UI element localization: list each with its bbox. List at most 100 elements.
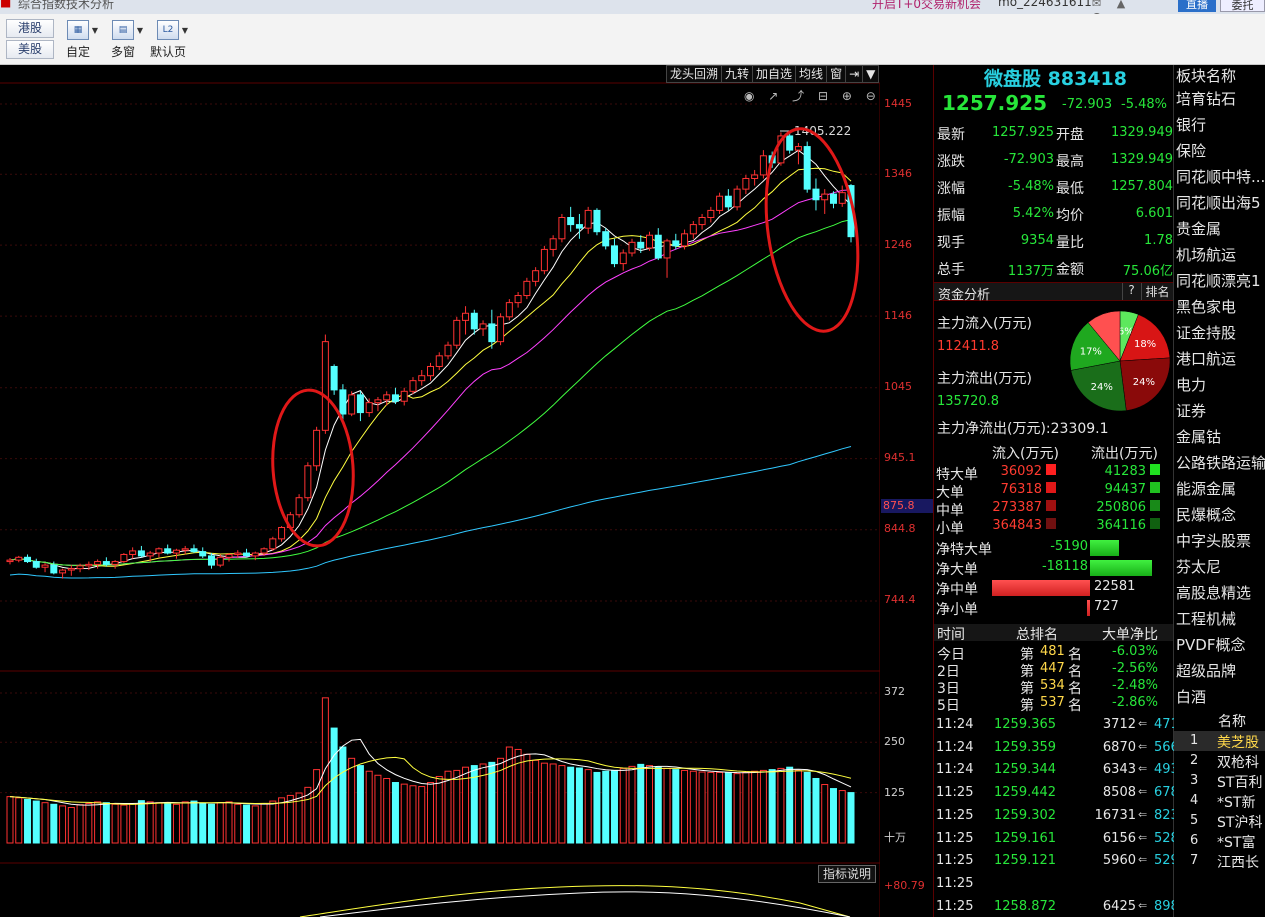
ranked-stock-row[interactable]: 1 美芝股	[1174, 731, 1265, 751]
pin-icon[interactable]: ⇥	[845, 65, 864, 83]
sector-item[interactable]: 白酒	[1176, 686, 1206, 707]
custom-button[interactable]: ▦ ▼ 自定	[58, 18, 98, 64]
tick-volume: 6343	[1102, 762, 1136, 778]
quote-field-label: 涨跌	[937, 154, 965, 170]
price-tick: 1146	[884, 309, 912, 322]
volume-bar	[111, 803, 119, 844]
sector-item[interactable]: 同花顺出海5	[1176, 192, 1261, 213]
ranked-stock-row[interactable]: 4 *ST新	[1174, 791, 1265, 811]
ranked-stock-row[interactable]: 3 ST百利	[1174, 771, 1265, 791]
volume-tick: 372	[884, 685, 905, 698]
us-stock-button[interactable]: 美股	[6, 40, 54, 59]
rank-row: 5日 第 537 名 -2.86%	[934, 695, 1173, 714]
sector-item[interactable]: 民爆概念	[1176, 504, 1236, 525]
rank-number: 481	[1040, 644, 1065, 659]
ranked-stock-row[interactable]: 2 双枪科	[1174, 751, 1265, 771]
kline-chart-area[interactable]: 1405.222 龙头回溯 九转 加自选 均线 窗 ⇥ ▼ ◉ ↗ ⤴ ⊟ ⊕ …	[0, 65, 933, 917]
indicator-help-button[interactable]: 指标说明	[818, 865, 876, 883]
dragon-backtrack-button[interactable]: 龙头回溯	[666, 65, 723, 83]
pie-slice-label: 24%	[1133, 377, 1155, 388]
fund-pie-chart: 6%18%24%24%17%	[1069, 310, 1171, 412]
dropdown-arrow-icon[interactable]: ▼	[182, 26, 188, 35]
volume-bar	[164, 802, 172, 844]
volume-bar	[602, 770, 610, 844]
candle-body	[137, 550, 145, 557]
index-name-text: 微盘股	[984, 68, 1042, 90]
last-price-box: 875.8	[881, 499, 933, 513]
quote-row: 最新 1257.925 开盘 1329.949	[937, 120, 1173, 146]
title-bar: ■ 综合指数技术分析 开启T+0交易新机会 mo_224631611 ✉ ▲ ●…	[0, 0, 1265, 14]
quote-field-value: 5.42%	[1012, 206, 1054, 221]
menu-dropdown-icon[interactable]: ▼	[862, 65, 880, 83]
quote-panel: 微盘股 883418 1257.925 -72.903 -5.48% 最新 125…	[933, 65, 1179, 917]
moving-average-button[interactable]: 均线	[795, 65, 828, 83]
dropdown-arrow-icon[interactable]: ▼	[92, 26, 98, 35]
sector-item[interactable]: 银行	[1176, 114, 1206, 135]
ranked-stock-row[interactable]: 7 江西长	[1174, 851, 1265, 871]
live-button[interactable]: 直播	[1178, 0, 1216, 12]
sector-item[interactable]: 同花顺漂亮1	[1176, 270, 1261, 291]
sector-item[interactable]: 证券	[1176, 400, 1206, 421]
quote-row: 总手 1137万 金额 75.06亿	[937, 255, 1173, 281]
ranked-stock-row[interactable]: 6 *ST富	[1174, 831, 1265, 851]
candle-body	[94, 561, 102, 565]
candle-body	[339, 389, 347, 415]
user-id[interactable]: mo_224631611	[998, 0, 1092, 9]
candle-body	[628, 241, 636, 254]
window-button[interactable]: 窗	[826, 65, 847, 83]
nine-turn-button[interactable]: 九转	[721, 65, 754, 83]
flow-out-value: 41283	[1104, 464, 1146, 479]
ranked-stock-number: 7	[1190, 853, 1199, 868]
sector-item[interactable]: 保险	[1176, 140, 1206, 161]
kline-chart[interactable]: 1405.222	[0, 65, 880, 917]
sector-item[interactable]: 港口航运	[1176, 348, 1236, 369]
flow-in-swatch	[1046, 518, 1056, 529]
flow-row-label: 小单	[936, 521, 964, 537]
volume-bar	[610, 769, 618, 844]
quote-field-value: 75.06亿	[1122, 264, 1173, 279]
sector-item[interactable]: 培育钻石	[1176, 88, 1236, 109]
sector-item[interactable]: 中字头股票	[1176, 530, 1251, 551]
help-button[interactable]: ?	[1122, 283, 1140, 300]
dropdown-arrow-icon[interactable]: ▼	[137, 26, 143, 35]
sector-item[interactable]: 公路铁路运输	[1176, 452, 1265, 473]
net-flow-row: 净大单 -18118	[934, 559, 1173, 578]
candle-body	[794, 146, 802, 151]
rank-button[interactable]: 排名	[1141, 283, 1173, 300]
sector-item[interactable]: 芬太尼	[1176, 556, 1221, 577]
tick-time: 11:25	[936, 830, 974, 846]
tick-price: 1258.872	[994, 898, 1057, 914]
tick-arrow-icon: ⇐	[1138, 898, 1148, 912]
ranked-stock-row[interactable]: 5 ST沪科	[1174, 811, 1265, 831]
sector-item[interactable]: 电力	[1176, 374, 1206, 395]
trade-button[interactable]: 委托	[1220, 0, 1265, 12]
notification-icons[interactable]: ✉ ▲ ●	[1092, 0, 1142, 14]
rank-ratio-header: 大单净比	[1102, 627, 1158, 643]
add-watchlist-button[interactable]: 加自选	[752, 65, 797, 83]
multi-window-button[interactable]: ▤ ▼ 多窗	[103, 18, 143, 64]
custom-layout-icon: ▦	[67, 20, 89, 40]
default-page-button[interactable]: L2 ▼ 默认页	[148, 18, 188, 64]
promo-link[interactable]: 开启T+0交易新机会	[872, 0, 981, 12]
hk-stock-button[interactable]: 港股	[6, 19, 54, 38]
sector-item[interactable]: 同花顺中特...	[1176, 166, 1265, 187]
pie-slice-label: 17%	[1080, 346, 1102, 357]
sector-item[interactable]: 机场航运	[1176, 244, 1236, 265]
sector-item[interactable]: 能源金属	[1176, 478, 1236, 499]
sector-item[interactable]: 高股息精选	[1176, 582, 1251, 603]
net-flow-bar	[991, 580, 1090, 596]
sector-item[interactable]: PVDF概念	[1176, 634, 1246, 655]
candle-body	[418, 375, 426, 382]
sector-item[interactable]: 金属钴	[1176, 426, 1221, 447]
volume-bar	[427, 782, 434, 844]
chart-tool-icons[interactable]: ◉ ↗ ⤴ ⊟ ⊕ ⊖	[744, 87, 881, 104]
sector-item[interactable]: 工程机械	[1176, 608, 1236, 629]
sector-item[interactable]: 超级品牌	[1176, 660, 1236, 681]
sector-item[interactable]: 证金持股	[1176, 322, 1236, 343]
sector-item[interactable]: 贵金属	[1176, 218, 1221, 239]
flow-out-value: 250806	[1096, 500, 1146, 515]
candle-body	[462, 312, 470, 321]
sector-item[interactable]: 黑色家电	[1176, 296, 1236, 317]
candle-body	[558, 217, 566, 240]
candle-body	[278, 527, 286, 540]
